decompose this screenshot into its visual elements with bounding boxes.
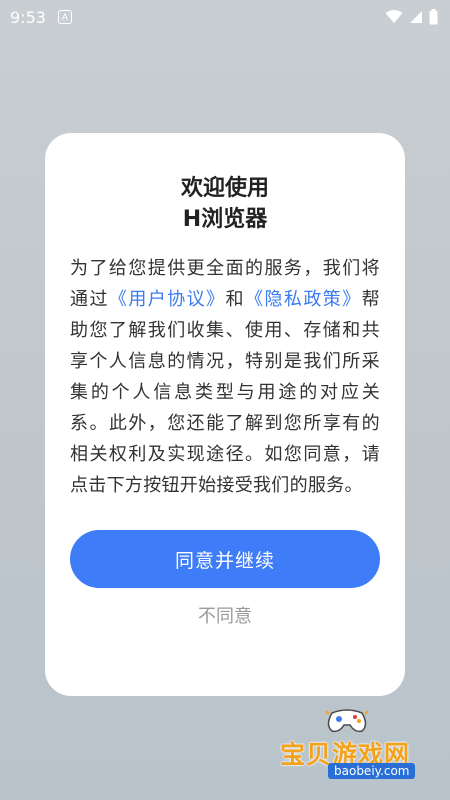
notification-a-icon: A (57, 10, 72, 24)
agree-button[interactable]: 同意并继续 (70, 530, 380, 588)
status-left: 9:53 A (10, 8, 72, 27)
status-bar: 9:53 A (0, 0, 450, 34)
dialog-body: 为了给您提供更全面的服务，我们将通过《用户协议》和《隐私政策》帮助您了解我们收集… (70, 253, 380, 501)
disagree-button[interactable]: 不同意 (70, 602, 380, 628)
signal-icon (409, 10, 423, 24)
status-right (385, 9, 438, 25)
user-agreement-link[interactable]: 《用户协议》 (109, 289, 226, 310)
body-text-2: 帮助您了解我们收集、使用、存储和共享个人信息的情况，特别是我们所采集的个人信息类… (70, 289, 380, 496)
title-line-1: 欢迎使用 (180, 176, 269, 201)
battery-icon (429, 9, 438, 25)
gamepad-icon (322, 705, 372, 739)
watermark-url: baobeiy.com (328, 763, 416, 779)
title-line-2: H浏览器 (182, 207, 268, 232)
privacy-policy-link[interactable]: 《隐私政策》 (245, 289, 362, 310)
body-and: 和 (225, 289, 245, 310)
clock: 9:53 (10, 7, 46, 27)
watermark: 宝贝游戏网 baobeiy.com (280, 705, 430, 785)
dialog-title: 欢迎使用 H浏览器 (70, 173, 380, 235)
wifi-icon (385, 10, 403, 24)
privacy-dialog: 欢迎使用 H浏览器 为了给您提供更全面的服务，我们将通过《用户协议》和《隐私政策… (45, 133, 405, 696)
